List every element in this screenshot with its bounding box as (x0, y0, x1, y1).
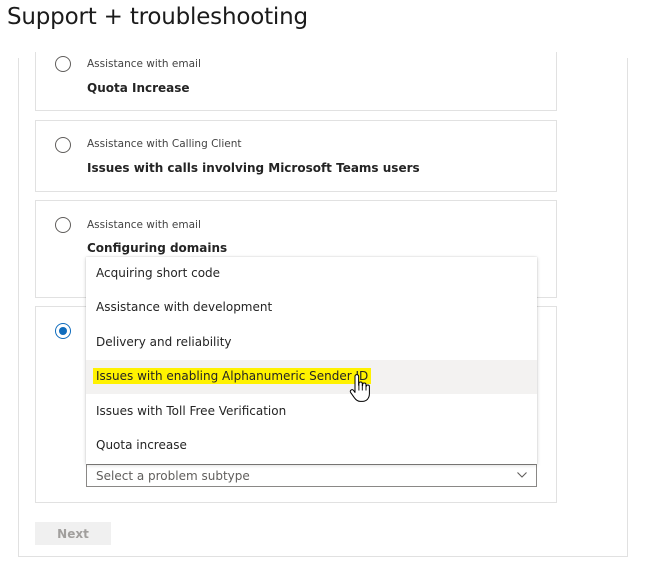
hand-pointer-icon (349, 374, 370, 402)
option-label: Acquiring short code (96, 266, 221, 280)
highlighted-text: Issues with enabling Alphanumeric Sender… (93, 368, 372, 384)
radio-button-selected[interactable] (55, 323, 71, 339)
card-title: Issues with calls involving Microsoft Te… (87, 161, 420, 175)
option-label: Issues with enabling Alphanumeric Sender… (93, 368, 372, 384)
radio-button[interactable] (55, 137, 71, 153)
radio-button[interactable] (55, 217, 71, 233)
page-title: Support + troubleshooting (7, 4, 308, 30)
dropdown-option-assistance-development[interactable]: Assistance with development (86, 291, 537, 325)
problem-subtype-select[interactable]: Select a problem subtype (86, 464, 537, 487)
next-button[interactable]: Next (35, 522, 111, 545)
option-label: Issues with Toll Free Verification (96, 404, 287, 418)
radio-button[interactable] (55, 56, 71, 72)
option-label: Assistance with development (96, 300, 273, 314)
dropdown-option-quota-increase[interactable]: Quota increase (86, 429, 537, 463)
option-card-quota-increase[interactable]: Assistance with email Quota Increase (35, 52, 557, 111)
chevron-down-icon (517, 472, 527, 478)
option-label: Quota increase (96, 438, 187, 452)
dropdown-option-toll-free-verification[interactable]: Issues with Toll Free Verification (86, 395, 537, 429)
card-title: Configuring domains (87, 241, 228, 255)
select-placeholder: Select a problem subtype (96, 469, 250, 483)
dropdown-option-delivery-reliability[interactable]: Delivery and reliability (86, 326, 537, 360)
option-label: Delivery and reliability (96, 335, 232, 349)
card-category: Assistance with email (87, 58, 201, 70)
dropdown-option-acquiring-short-code[interactable]: Acquiring short code (86, 257, 537, 291)
card-category: Assistance with email (87, 219, 201, 231)
card-title: Quota Increase (87, 81, 190, 95)
card-category: Assistance with Calling Client (87, 138, 242, 150)
dropdown-option-alphanumeric-sender-id[interactable]: Issues with enabling Alphanumeric Sender… (86, 360, 537, 394)
option-card-teams-calls[interactable]: Assistance with Calling Client Issues wi… (35, 120, 557, 192)
problem-subtype-dropdown: Acquiring short code Assistance with dev… (86, 257, 537, 464)
